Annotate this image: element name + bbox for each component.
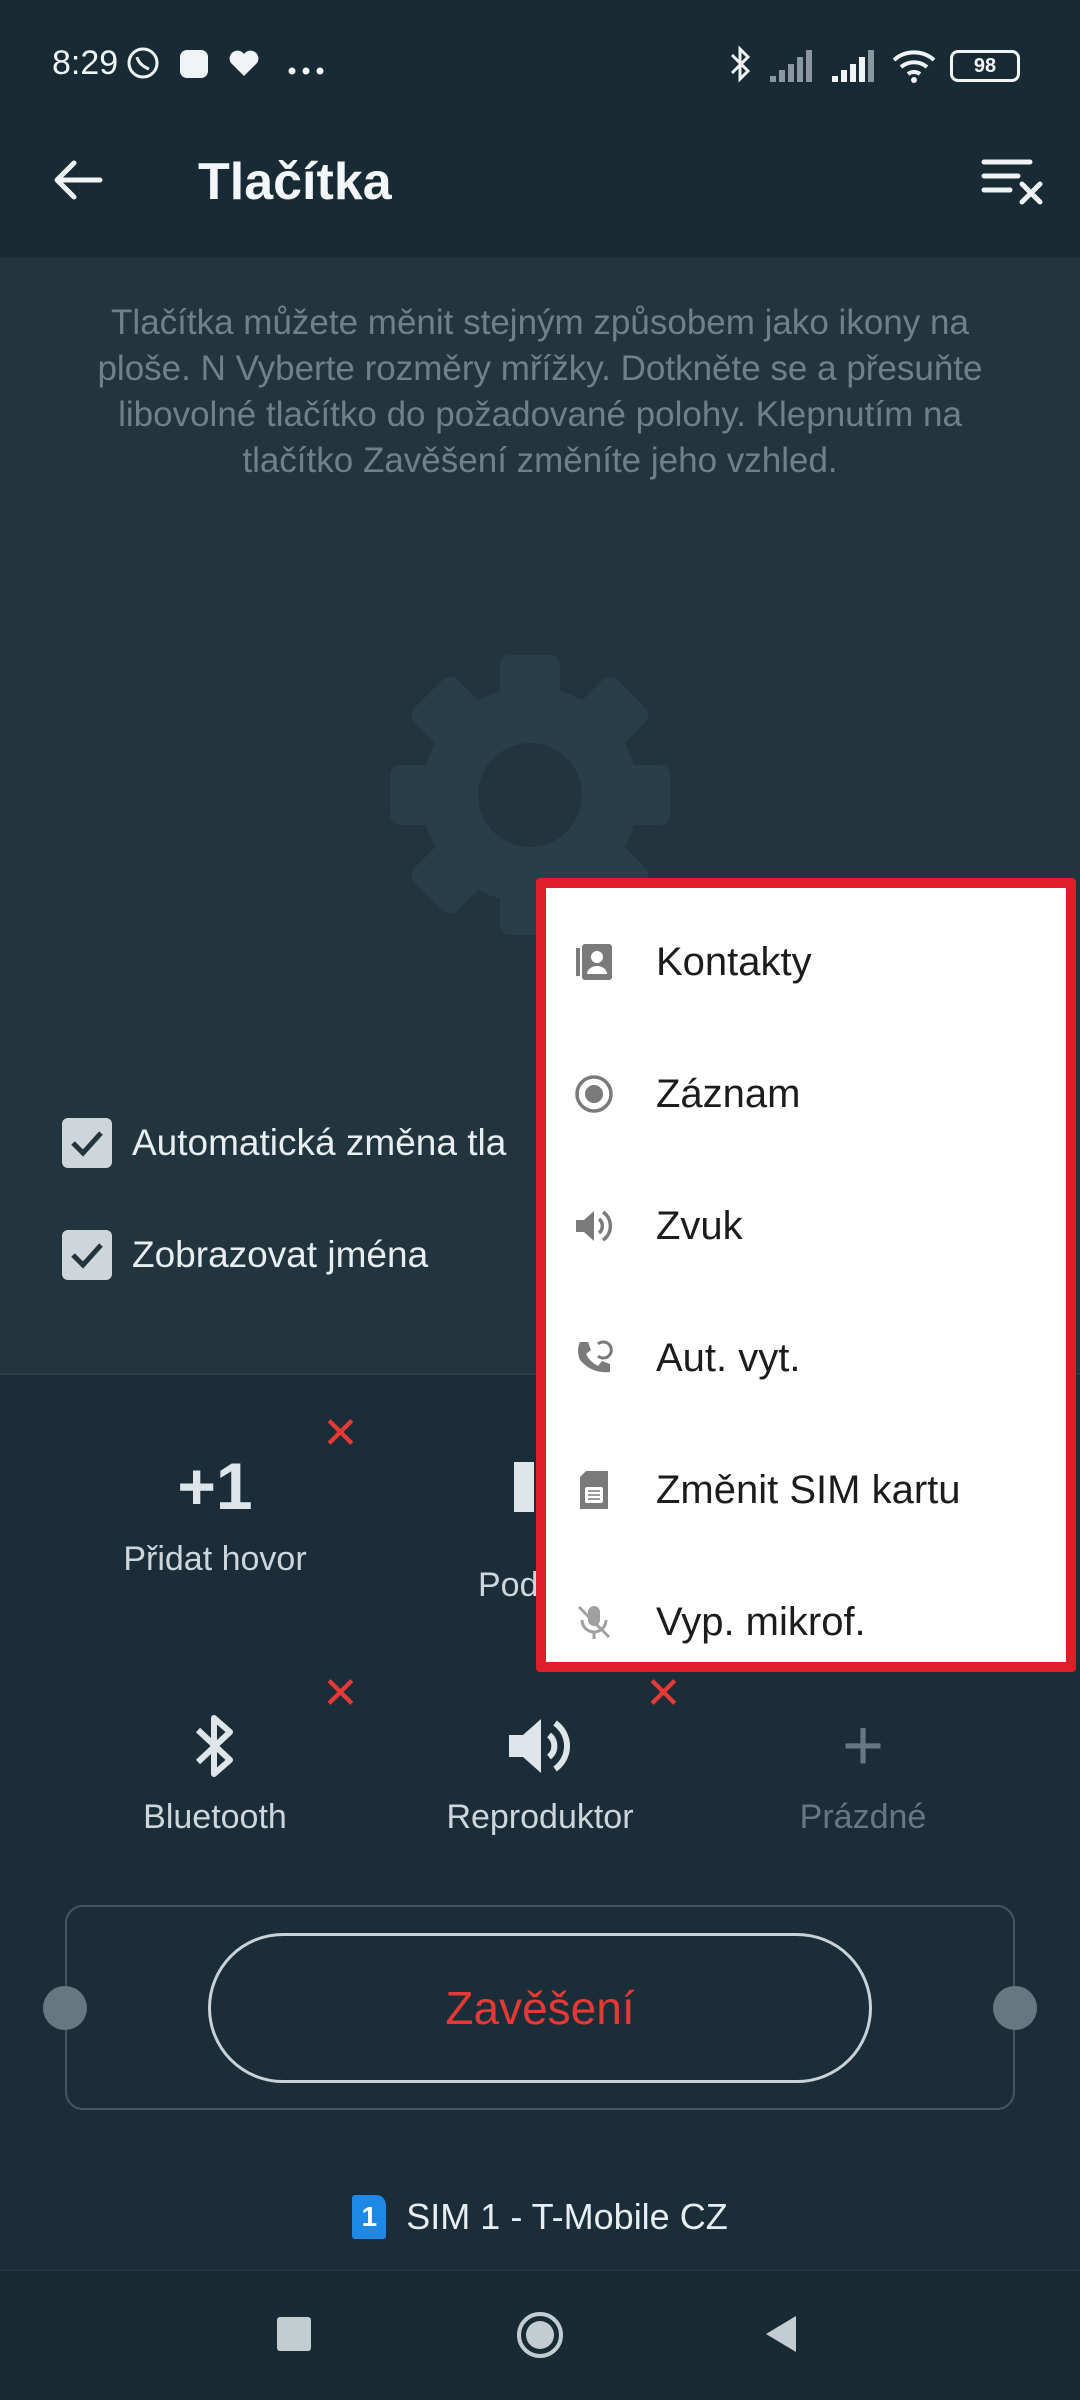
more-notifications-icon (288, 62, 324, 80)
whatsapp-icon (126, 46, 160, 85)
menu-item-sound[interactable]: Zvuk (546, 1160, 1066, 1292)
menu-item-change-sim[interactable]: Změnit SIM kartu (546, 1424, 1066, 1556)
auto-change-checkbox[interactable] (62, 1118, 112, 1168)
wifi-icon (890, 46, 938, 89)
button-type-menu: Kontakty Záznam Zvuk Aut. vyt. Změnit SI… (536, 878, 1076, 1672)
heart-icon (228, 48, 260, 83)
signal-sim1-icon (768, 48, 814, 89)
menu-label-sound: Zvuk (656, 1203, 743, 1248)
bluetooth-button[interactable]: Bluetooth (55, 1706, 375, 1837)
back-arrow-icon[interactable] (48, 152, 108, 213)
add-call-label: Přidat hovor (123, 1540, 307, 1578)
menu-item-auto-redial[interactable]: Aut. vyt. (546, 1292, 1066, 1424)
back-nav-icon[interactable] (762, 2314, 800, 2359)
resize-handle-right[interactable] (993, 1986, 1037, 2030)
app-notification-icon (178, 48, 210, 85)
menu-item-mute-mic[interactable]: Vyp. mikrof. (546, 1556, 1066, 1688)
speaker-label: Reproduktor (446, 1798, 634, 1836)
menu-label-auto-redial: Aut. vyt. (656, 1335, 801, 1380)
hangup-button[interactable]: Zavěšení (208, 1933, 872, 2083)
sim-card-icon (572, 1468, 616, 1512)
add-call-button[interactable]: +1 Přidat hovor (55, 1448, 375, 1579)
speaker-icon (380, 1706, 700, 1786)
sim-number-badge: 1 (352, 2195, 387, 2239)
bluetooth-label: Bluetooth (143, 1798, 287, 1836)
menu-label-contacts: Kontakty (656, 939, 812, 984)
battery-icon: 98 (950, 50, 1020, 82)
page-title: Tlačítka (198, 153, 392, 211)
menu-label-mute-mic: Vyp. mikrof. (656, 1599, 866, 1644)
contacts-icon (572, 940, 616, 984)
empty-slot-label: Prázdné (799, 1798, 927, 1836)
sim-indicator: 1 SIM 1 - T-Mobile CZ (0, 2195, 1080, 2239)
remove-bluetooth-icon[interactable]: ✕ (322, 1672, 359, 1716)
clear-list-icon[interactable] (980, 154, 1046, 211)
add-slot-glyph: + (841, 1706, 885, 1786)
resize-handle-left[interactable] (43, 1986, 87, 2030)
speaker-button[interactable]: Reproduktor (380, 1706, 700, 1837)
auto-change-label: Automatická změna tla (132, 1122, 507, 1163)
menu-item-contacts[interactable]: Kontakty (546, 896, 1066, 1028)
mic-off-icon (572, 1600, 616, 1644)
instructions-text: Tlačítka můžete měnit stejným způsobem j… (97, 303, 983, 480)
battery-level: 98 (973, 54, 997, 77)
bluetooth-status-icon (726, 44, 754, 89)
hold-label: Pod (478, 1566, 539, 1604)
add-call-glyph: +1 (177, 1449, 253, 1523)
status-time: 8:29 (52, 44, 119, 82)
signal-sim2-icon (830, 48, 876, 89)
app-bar (0, 130, 1080, 258)
show-names-checkbox-row[interactable]: Zobrazovat jména (62, 1230, 428, 1280)
show-names-label: Zobrazovat jména (132, 1234, 429, 1275)
menu-label-change-sim: Změnit SIM kartu (656, 1467, 961, 1512)
auto-redial-icon (572, 1336, 616, 1380)
auto-change-checkbox-row[interactable]: Automatická změna tla (62, 1118, 506, 1168)
sim-label: SIM 1 - T-Mobile CZ (406, 2196, 728, 2237)
speaker-icon (572, 1204, 616, 1248)
empty-slot-button[interactable]: + Prázdné (703, 1706, 1023, 1837)
record-icon (572, 1072, 616, 1116)
remove-add-call-icon[interactable]: ✕ (322, 1412, 359, 1456)
recents-icon[interactable] (277, 2317, 311, 2351)
show-names-checkbox[interactable] (62, 1230, 112, 1280)
home-icon[interactable] (515, 2310, 565, 2365)
hold-icon (514, 1462, 534, 1512)
menu-label-record: Záznam (656, 1071, 801, 1116)
menu-item-record[interactable]: Záznam (546, 1028, 1066, 1160)
bluetooth-icon (55, 1706, 375, 1786)
